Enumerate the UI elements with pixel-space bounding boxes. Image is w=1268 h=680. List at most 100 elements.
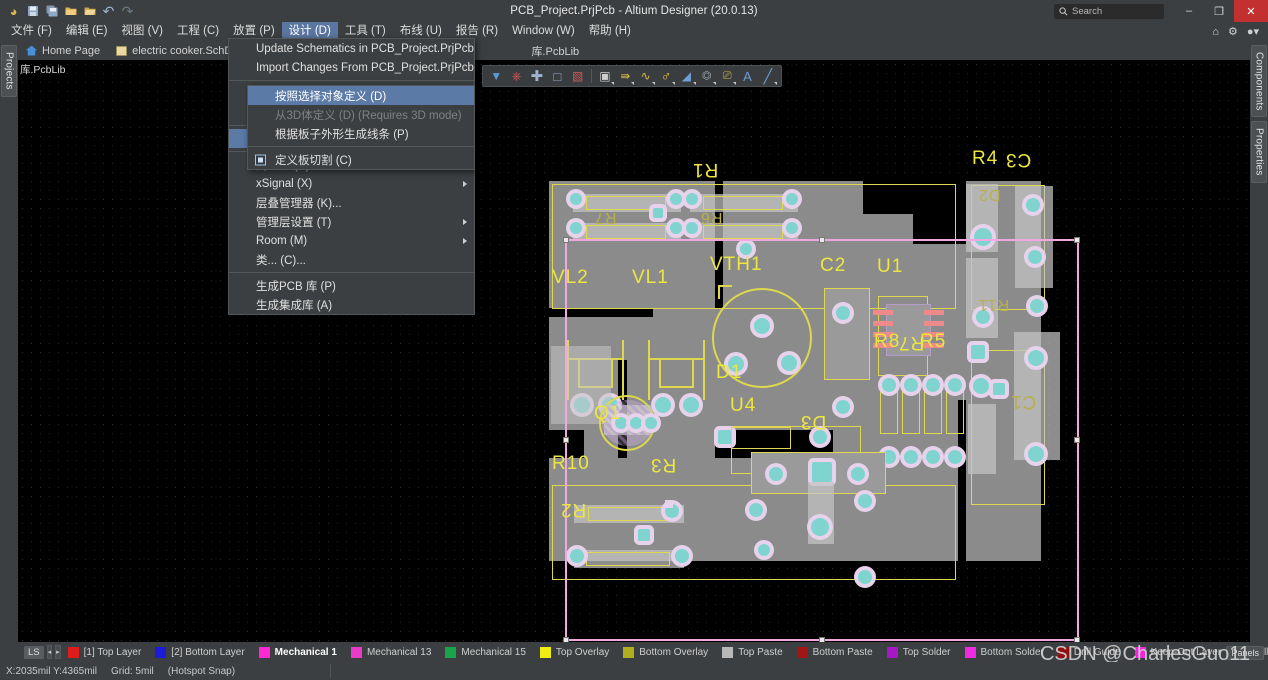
menu-item-make-integrated-library[interactable]: 生成集成库 (A) <box>229 295 474 314</box>
crosshair-icon[interactable]: ✚ <box>527 66 547 86</box>
designator: C1 <box>1010 391 1037 412</box>
projects-panel-tab[interactable]: Projects <box>1 45 17 97</box>
place-polygon-icon[interactable]: ◢ <box>676 66 696 86</box>
place-string-icon[interactable]: A <box>737 66 757 86</box>
menu-item-xsignal[interactable]: xSignal (X) <box>229 174 474 193</box>
designator: U4 <box>730 395 757 416</box>
layer-prev-button[interactable]: ◂ <box>46 645 53 659</box>
submenu-arrow-icon <box>463 237 467 244</box>
redo-icon[interactable]: ↷ <box>119 3 136 20</box>
layer-color-chip <box>964 646 976 658</box>
layer-tab-top-layer[interactable]: [1] Top Layer <box>61 642 149 662</box>
place-track-icon[interactable]: ╱ <box>758 66 778 86</box>
menu-item-classes[interactable]: 类... (C)... <box>229 250 474 269</box>
layer-color-chip <box>886 646 898 658</box>
restore-button[interactable]: ❐ <box>1204 0 1234 22</box>
search-input[interactable]: Search <box>1054 3 1164 19</box>
board-handle[interactable] <box>563 437 569 443</box>
layer-tab-mechanical-1[interactable]: Mechanical 1 <box>252 642 344 662</box>
layer-tab-bottom-solder[interactable]: Bottom Solder <box>958 642 1051 662</box>
window-controls-area: Search – ❐ ✕ <box>1054 0 1268 22</box>
layer-tab-top-paste[interactable]: Top Paste <box>715 642 789 662</box>
menu-item-manage-layer-sets[interactable]: 管理层设置 (T) <box>229 212 474 231</box>
title-bar: ◕ ↶ ↷ PCB_Project.PrjPcb - Altium Design… <box>0 0 1268 22</box>
place-pad-icon[interactable]: ▣ <box>595 66 615 86</box>
submenu-item-create-line-from-board-shape[interactable]: 根据板子外形生成线条 (P) <box>248 124 474 143</box>
design-menu-dropdown: Update Schematics in PCB_Project.PrjPcb … <box>228 38 475 315</box>
board-shape-submenu: 按照选择对象定义 (D) 从3D体定义 (D) (Requires 3D mod… <box>247 85 475 170</box>
minimize-button[interactable]: – <box>1174 0 1204 22</box>
layer-tab-mechanical-13[interactable]: Mechanical 13 <box>344 642 438 662</box>
designator: R5 <box>920 331 947 352</box>
filter-icon[interactable]: ▼ <box>486 66 506 86</box>
undo-icon[interactable]: ↶ <box>100 3 117 20</box>
layer-sets-button[interactable]: LS <box>24 645 44 659</box>
board-cutout-icon <box>255 154 266 165</box>
layer-label: Top Solder <box>902 646 951 658</box>
menu-help[interactable]: 帮助 (H) <box>582 22 638 41</box>
magnet-snap-icon[interactable]: ⎈ <box>506 66 526 86</box>
menu-item-layer-stack-manager[interactable]: 层叠管理器 (K)... <box>229 193 474 212</box>
designator: Q1 <box>594 403 622 424</box>
board-insight-icon[interactable]: ▧ <box>568 66 588 86</box>
left-dock-strip: Projects <box>0 41 18 642</box>
menu-project[interactable]: 工程 (C) <box>170 22 226 41</box>
save-icon[interactable] <box>24 3 41 20</box>
layer-tab-top-solder[interactable]: Top Solder <box>880 642 958 662</box>
menu-item-label: xSignal (X) <box>256 177 313 190</box>
interactive-routing-icon[interactable]: ⇛ <box>615 66 635 86</box>
submenu-item-define-from-selected-objects[interactable]: 按照选择对象定义 (D) <box>248 86 474 105</box>
pcb-canvas[interactable]: 库.PcbLib ▼ ⎈ ✚ □ ▧ ▣ ⇛ ∿ ♂ ◢ ⏣ ⎚ A ╱ R4 … <box>18 60 1250 642</box>
status-separator <box>330 664 331 678</box>
tab-pcblib[interactable]: 库.PcbLib <box>523 41 587 60</box>
designator: VTH1 <box>710 254 763 275</box>
menu-bar: 文件 (F) 编辑 (E) 视图 (V) 工程 (C) 放置 (P) 设计 (D… <box>0 22 1268 41</box>
home-icon[interactable]: ⌂ <box>1212 26 1219 38</box>
layer-color-chip <box>258 646 270 658</box>
place-line-icon[interactable]: ⏣ <box>697 66 717 86</box>
designator: R8 <box>874 331 901 352</box>
open-icon[interactable] <box>62 3 79 20</box>
menu-item-make-pcb-library[interactable]: 生成PCB 库 (P) <box>229 276 474 295</box>
account-icon[interactable]: ●▾ <box>1247 25 1259 38</box>
layer-tab-top-overlay[interactable]: Top Overlay <box>533 642 616 662</box>
menu-file[interactable]: 文件 (F) <box>4 22 59 41</box>
board-handle[interactable] <box>1074 237 1080 243</box>
settings-gear-icon[interactable]: ⚙ <box>1228 25 1238 38</box>
rectangle-icon[interactable]: □ <box>547 66 567 86</box>
properties-panel-tab[interactable]: Properties <box>1251 121 1267 183</box>
pcb-tools-toolbar: ▼ ⎈ ✚ □ ▧ ▣ ⇛ ∿ ♂ ◢ ⏣ ⎚ A ╱ <box>482 65 782 87</box>
snap-mode: (Hotspot Snap) <box>167 665 236 677</box>
differential-pair-icon[interactable]: ∿ <box>635 66 655 86</box>
menu-item-update-schematics[interactable]: Update Schematics in PCB_Project.PrjPcb <box>229 39 474 58</box>
designator: C2 <box>820 255 847 276</box>
submenu-item-define-board-cutout[interactable]: 定义板切割 (C) <box>248 150 474 169</box>
altium-logo-icon[interactable]: ◕ <box>5 3 22 20</box>
tab-home-page[interactable]: Home Page <box>18 41 108 60</box>
board-handle[interactable] <box>563 237 569 243</box>
menu-window[interactable]: Window (W) <box>505 22 582 41</box>
layer-tab-bottom-paste[interactable]: Bottom Paste <box>790 642 880 662</box>
layer-tab-bottom-layer[interactable]: [2] Bottom Layer <box>148 642 251 662</box>
menu-view[interactable]: 视图 (V) <box>114 22 170 41</box>
menu-item-room[interactable]: Room (M) <box>229 231 474 250</box>
layer-label: [2] Bottom Layer <box>171 646 245 658</box>
board-handle[interactable] <box>1074 437 1080 443</box>
layer-tab-mechanical-15[interactable]: Mechanical 15 <box>438 642 532 662</box>
save-all-icon[interactable] <box>43 3 60 20</box>
quick-access-toolbar: ◕ ↶ ↷ <box>0 3 136 20</box>
menu-edit[interactable]: 编辑 (E) <box>59 22 115 41</box>
close-button[interactable]: ✕ <box>1234 0 1268 22</box>
components-panel-tab[interactable]: Components <box>1251 45 1267 117</box>
layer-tab-bottom-overlay[interactable]: Bottom Overlay <box>616 642 715 662</box>
board-handle[interactable] <box>819 237 825 243</box>
place-dimension-icon[interactable]: ⎚ <box>717 66 737 86</box>
layer-color-chip <box>350 646 362 658</box>
designator: R7 <box>594 209 617 226</box>
place-via-icon[interactable]: ♂ <box>656 66 676 86</box>
menu-item-import-changes[interactable]: Import Changes From PCB_Project.PrjPcb <box>229 58 474 77</box>
right-dock-strip: Components Properties <box>1250 41 1268 642</box>
open-project-icon[interactable] <box>81 3 98 20</box>
designator: R10 <box>552 453 590 474</box>
layer-color-chip <box>722 646 734 658</box>
